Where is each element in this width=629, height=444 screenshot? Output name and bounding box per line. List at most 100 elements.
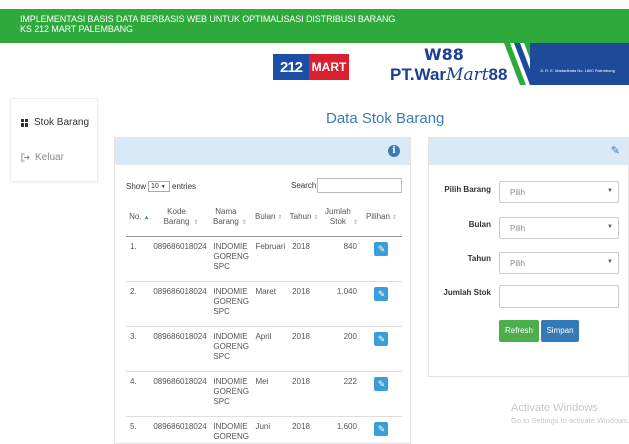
sidebar-item-keluar[interactable]: Keluar	[21, 152, 64, 163]
cell-tahun: 2018	[286, 326, 322, 372]
cell-bulan: Mei	[251, 371, 287, 417]
cell-no: 3.	[126, 326, 153, 372]
logo-212-number: 212	[273, 54, 309, 80]
info-icon[interactable]: i	[388, 145, 400, 157]
col-label: Tahun	[289, 212, 312, 222]
app-title-line2: KS 212 MART PALEMBANG	[20, 24, 133, 34]
cell-tahun: 2018	[286, 371, 322, 417]
cell-nama: INDOMIE GORENG SPC	[207, 326, 252, 372]
sidebar-item-stok-barang[interactable]: Stok Barang	[21, 117, 89, 128]
refresh-button[interactable]: Refresh	[499, 320, 539, 342]
stock-table-panel: i Show 10 ▼ entries Search: No. ▲ Kode Ba…	[114, 137, 411, 444]
cell-kode: 089686018024	[152, 371, 208, 417]
col-header-no[interactable]: No. ▲	[126, 200, 153, 237]
page-title: Data Stok Barang	[326, 110, 445, 127]
cell-pilihan: ✎	[360, 371, 402, 417]
table-row: 3. 089686018024 INDOMIE GORENG SPC April…	[126, 326, 402, 372]
sidebar-item-label: Keluar	[35, 152, 64, 163]
search-label: Search:	[291, 181, 319, 190]
watermark-line1: Activate Windows	[511, 402, 598, 414]
cell-bulan: Februari	[251, 236, 287, 282]
panel-header: ✎	[429, 138, 628, 165]
col-label: Bulan	[255, 212, 276, 222]
warmart-wordmark: PT.WarMart88	[390, 65, 507, 85]
table-row: 5. 089686018024 INDOMIE GORENG SPC Juni …	[126, 416, 402, 443]
cell-jumlah: 1.040	[321, 281, 361, 327]
col-header-jumlah[interactable]: Jumlah Stok ⇕	[321, 200, 361, 237]
entries-label: entries	[172, 182, 197, 191]
sidebar-item-label: Stok Barang	[34, 117, 90, 128]
cell-bulan: Juni	[251, 416, 287, 443]
warmart-top-mark: W88	[424, 45, 464, 64]
watermark-line2: Go to Settings to activate Windows.	[511, 416, 629, 425]
edit-button[interactable]: ✎	[374, 331, 389, 346]
cell-no: 1.	[126, 236, 153, 282]
bulan-select[interactable]: Pilih ▼	[499, 217, 619, 239]
edit-button[interactable]: ✎	[374, 421, 389, 436]
entries-select-value: 10	[151, 183, 159, 190]
cell-pilihan: ✎	[360, 281, 402, 327]
sort-icon: ⇕	[391, 215, 397, 222]
cell-nama: INDOMIE GORENG SPC	[207, 236, 252, 282]
col-label: Kode Barang	[163, 207, 190, 227]
tahun-label: Tahun	[467, 254, 491, 263]
cell-nama: INDOMIE GORENG SPC	[207, 281, 252, 327]
cell-jumlah: 200	[321, 326, 361, 372]
chevron-down-icon: ▼	[607, 188, 613, 194]
select-value: Pilih	[510, 224, 526, 233]
logo-warmart: W88 PT.WarMart88	[380, 45, 507, 87]
pilih-barang-select[interactable]: Pilih ▼	[499, 181, 619, 203]
table-controls: Show 10 ▼ entries Search:	[115, 178, 410, 198]
edit-button[interactable]: ✎	[374, 241, 389, 256]
sidebar: Stok Barang Keluar	[10, 98, 98, 182]
col-header-pilihan[interactable]: Pilihan ⇕	[360, 200, 402, 237]
edit-button[interactable]: ✎	[374, 286, 389, 301]
cell-kode: 089686018024	[152, 281, 208, 327]
col-label: No.	[129, 212, 142, 222]
cell-no: 2.	[126, 281, 153, 327]
cell-bulan: Maret	[251, 281, 287, 327]
table-row: 4. 089686018024 INDOMIE GORENG SPC Mei 2…	[126, 371, 402, 417]
grid-icon	[21, 118, 29, 127]
bulan-label: Bulan	[468, 220, 491, 229]
pencil-icon: ✎	[377, 378, 386, 389]
col-label: Pilihan	[365, 212, 390, 222]
sort-icon: ⇕	[313, 215, 319, 222]
cell-tahun: 2018	[286, 416, 322, 443]
pencil-icon: ✎	[377, 333, 386, 344]
cell-nama: INDOMIE GORENG SPC	[207, 416, 252, 443]
cell-no: 5.	[126, 416, 153, 443]
entries-select[interactable]: 10 ▼	[148, 181, 171, 192]
cell-pilihan: ✎	[360, 416, 402, 443]
warmart-prefix: PT.War	[390, 65, 447, 84]
jumlah-stok-input[interactable]	[499, 285, 619, 308]
cell-jumlah: 840	[321, 236, 361, 282]
select-value: Pilih	[510, 188, 526, 197]
col-header-tahun[interactable]: Tahun ⇕	[286, 200, 322, 237]
edit-button[interactable]: ✎	[374, 376, 389, 391]
simpan-button[interactable]: Simpan	[541, 320, 579, 342]
show-label: Show	[126, 182, 147, 191]
pencil-icon: ✎	[377, 288, 386, 299]
col-header-nama[interactable]: Nama Barang ⇕	[207, 200, 252, 237]
col-header-bulan[interactable]: Bulan ⇕	[251, 200, 287, 237]
show-entries: Show 10 ▼ entries	[126, 181, 196, 192]
cell-jumlah: 1.600	[321, 416, 361, 443]
table-row: 2. 089686018024 INDOMIE GORENG SPC Maret…	[126, 281, 402, 327]
logout-icon	[21, 153, 30, 162]
pencil-icon[interactable]: ✎	[611, 144, 620, 157]
pilih-barang-label: Pilih Barang	[444, 185, 491, 194]
cell-tahun: 2018	[286, 281, 322, 327]
panel-header: i	[115, 138, 410, 165]
tahun-select[interactable]: Pilih ▼	[499, 252, 619, 274]
sort-asc-icon: ▲	[143, 215, 150, 222]
cell-no: 4.	[126, 371, 153, 417]
sort-icon: ⇕	[277, 215, 283, 222]
pencil-icon: ✎	[377, 243, 386, 254]
table-header-row: No. ▲ Kode Barang ⇕ Nama Barang ⇕ Bulan ⇕ Ta…	[126, 200, 402, 237]
col-header-kode[interactable]: Kode Barang ⇕	[152, 200, 208, 237]
search-input[interactable]	[317, 178, 402, 193]
chevron-down-icon: ▼	[160, 184, 166, 190]
stock-table: No. ▲ Kode Barang ⇕ Nama Barang ⇕ Bulan ⇕ Ta…	[126, 200, 402, 443]
cell-tahun: 2018	[286, 236, 322, 282]
